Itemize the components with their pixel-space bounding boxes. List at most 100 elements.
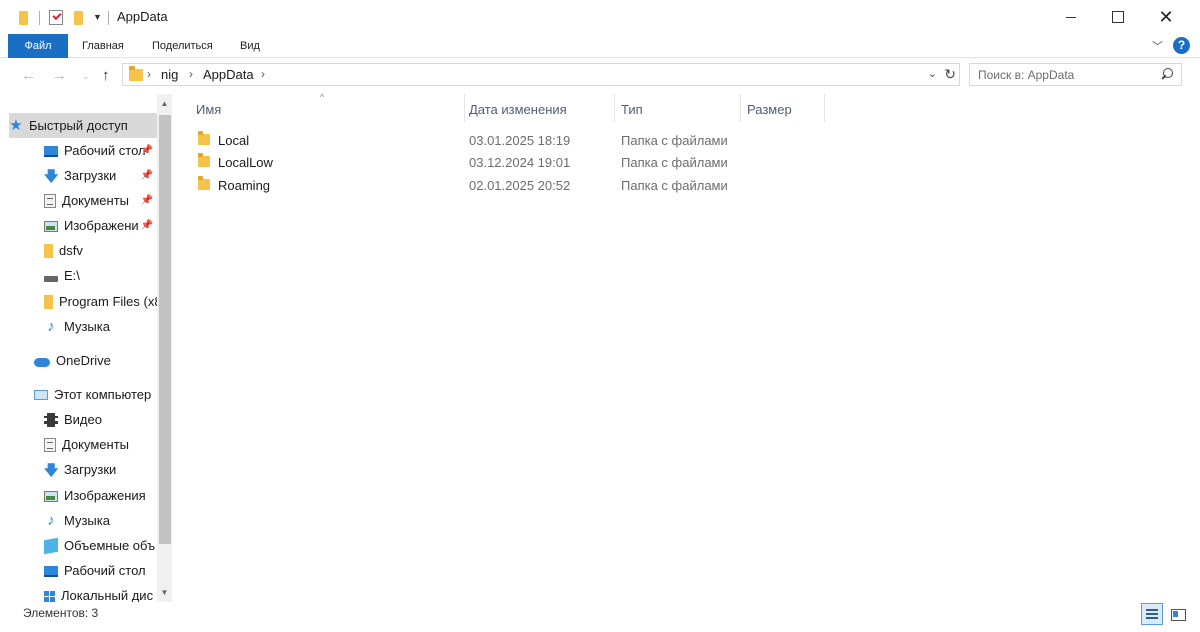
sidebar-item-drive-e[interactable]: E:\ (44, 263, 157, 288)
sidebar-item-label: Этот компьютер (54, 387, 152, 402)
sidebar-item-images[interactable]: Изображени 📌 (44, 213, 157, 238)
column-divider[interactable] (464, 94, 465, 122)
divider (108, 11, 109, 25)
tab-home[interactable]: Главная (82, 34, 124, 58)
sidebar-item-onedrive[interactable]: OneDrive (34, 348, 157, 373)
folder-icon (129, 66, 143, 81)
column-header-type[interactable]: Тип (621, 102, 643, 117)
window-title: AppData (117, 9, 168, 24)
sidebar-item-label: Изображения (64, 488, 146, 503)
scroll-down-icon[interactable]: ▼ (158, 586, 171, 600)
large-icons-view-icon[interactable] (1166, 603, 1188, 625)
tab-share[interactable]: Поделиться (152, 34, 213, 58)
sidebar-item-pc-images[interactable]: Изображения (44, 483, 157, 508)
breadcrumb-item[interactable]: nig (161, 67, 178, 82)
forward-arrow-icon[interactable]: → (52, 67, 67, 84)
breadcrumb-separator-icon[interactable]: › (147, 67, 151, 81)
sidebar-item-downloads[interactable]: 🡇 Загрузки 📌 (44, 163, 157, 188)
tab-file[interactable]: Файл (8, 34, 68, 58)
folder-icon (198, 131, 210, 145)
sidebar-item-pc-documents[interactable]: Документы (44, 432, 157, 457)
download-icon: 🡇 (44, 167, 59, 184)
sidebar-item-dsfv[interactable]: dsfv (44, 238, 157, 263)
breadcrumb-separator-icon[interactable]: › (261, 67, 265, 81)
file-date: 03.12.2024 19:01 (469, 155, 571, 170)
column-divider[interactable] (824, 94, 825, 122)
document-icon (44, 437, 56, 452)
column-divider[interactable] (614, 94, 615, 122)
sidebar-item-program-files[interactable]: Program Files (x8 (44, 289, 157, 314)
file-list: ^ Имя Дата изменения Тип Размер Local 03… (174, 92, 1200, 602)
maximize-button[interactable] (1095, 0, 1141, 34)
sidebar-item-pc-downloads[interactable]: 🡇 Загрузки (44, 457, 157, 482)
sidebar-item-video[interactable]: Видео (44, 407, 157, 432)
folder-icon (44, 294, 53, 309)
scroll-up-icon[interactable]: ▲ (158, 97, 171, 111)
file-row[interactable]: Roaming 02.01.2025 20:52 Папка с файлами (194, 175, 754, 197)
sidebar-item-this-pc[interactable]: Этот компьютер (34, 382, 157, 407)
file-date: 03.01.2025 18:19 (469, 133, 571, 148)
column-divider[interactable] (740, 94, 741, 122)
sidebar-item-desktop[interactable]: Рабочий стол 📌 (44, 138, 157, 163)
column-header-date[interactable]: Дата изменения (469, 102, 567, 117)
file-type: Папка с файлами (621, 155, 728, 170)
search-input[interactable]: Поиск в: AppData (969, 63, 1182, 86)
properties-icon[interactable] (49, 10, 63, 25)
customize-toolbar-chevron-icon[interactable]: ▼ (93, 12, 102, 22)
download-icon: 🡇 (44, 461, 59, 478)
column-header-size[interactable]: Размер (747, 102, 792, 117)
sidebar-item-label: dsfv (59, 243, 83, 258)
ribbon-tabs: Файл Главная Поделиться Вид ﹀ ? (0, 34, 1200, 58)
back-arrow-icon[interactable]: ← (21, 67, 36, 84)
pin-icon[interactable]: 📌 (141, 145, 153, 156)
file-row[interactable]: LocalLow 03.12.2024 19:01 Папка с файлам… (194, 152, 754, 174)
sidebar-item-3d-objects[interactable]: Объемные объ (44, 533, 157, 558)
file-name: Local (218, 133, 250, 148)
folder-icon (44, 243, 53, 258)
sort-ascending-icon: ^ (320, 92, 325, 102)
file-name: Roaming (218, 178, 271, 193)
sidebar-item-label: Рабочий стол (64, 143, 146, 158)
refresh-icon[interactable]: ↻ (944, 66, 956, 83)
sidebar-item-label: Program Files (x8 (59, 294, 157, 309)
pin-icon[interactable]: 📌 (141, 195, 153, 206)
sidebar-item-documents[interactable]: Документы 📌 (44, 188, 157, 213)
address-bar[interactable]: › nig › AppData › ⌄ ↻ (122, 63, 960, 86)
sidebar-item-music[interactable]: ♪ Музыка (44, 314, 157, 339)
sidebar-item-quick-access[interactable]: ★ Быстрый доступ (9, 113, 157, 138)
up-arrow-icon[interactable]: ↑ (102, 67, 110, 84)
sidebar-item-pc-desktop[interactable]: Рабочий стол (44, 558, 157, 583)
windows-drive-icon (44, 591, 55, 602)
pin-icon[interactable]: 📌 (141, 170, 153, 181)
sidebar-item-local-disk[interactable]: Локальный дис (44, 583, 157, 602)
minimize-button[interactable] (1048, 0, 1094, 34)
address-history-chevron-icon[interactable]: ⌄ (928, 67, 937, 80)
sidebar-item-label: Загрузки (64, 462, 117, 477)
recent-locations-chevron-icon[interactable]: ⌄ (82, 71, 90, 82)
sidebar-item-label: Загрузки (64, 168, 117, 183)
expand-ribbon-chevron-icon[interactable]: ﹀ (1152, 38, 1163, 54)
search-icon[interactable] (1162, 68, 1173, 79)
breadcrumb-item[interactable]: AppData (203, 67, 254, 82)
file-type: Папка с файлами (621, 133, 728, 148)
column-header-name[interactable]: Имя (196, 102, 221, 117)
sidebar-item-pc-music[interactable]: ♪ Музыка (44, 508, 157, 533)
folder-icon (198, 176, 210, 190)
sidebar-item-label: Объемные объ (64, 538, 156, 553)
file-row[interactable]: Local 03.01.2025 18:19 Папка с файлами (194, 130, 754, 152)
computer-icon (34, 390, 48, 400)
music-icon: ♪ (47, 317, 55, 335)
help-icon[interactable]: ? (1173, 37, 1190, 54)
star-icon: ★ (9, 116, 23, 134)
sidebar-item-label: Быстрый доступ (29, 118, 128, 133)
breadcrumb-separator-icon[interactable]: › (189, 67, 193, 81)
sidebar-scrollbar-thumb[interactable] (159, 115, 171, 544)
details-view-icon[interactable] (1141, 603, 1163, 625)
desktop-icon (44, 146, 58, 157)
new-folder-icon[interactable] (74, 11, 83, 25)
file-date: 02.01.2025 20:52 (469, 178, 571, 193)
close-button[interactable]: ✕ (1143, 0, 1189, 34)
sidebar-item-label: Видео (64, 412, 102, 427)
pin-icon[interactable]: 📌 (141, 220, 153, 231)
tab-view[interactable]: Вид (240, 34, 260, 58)
